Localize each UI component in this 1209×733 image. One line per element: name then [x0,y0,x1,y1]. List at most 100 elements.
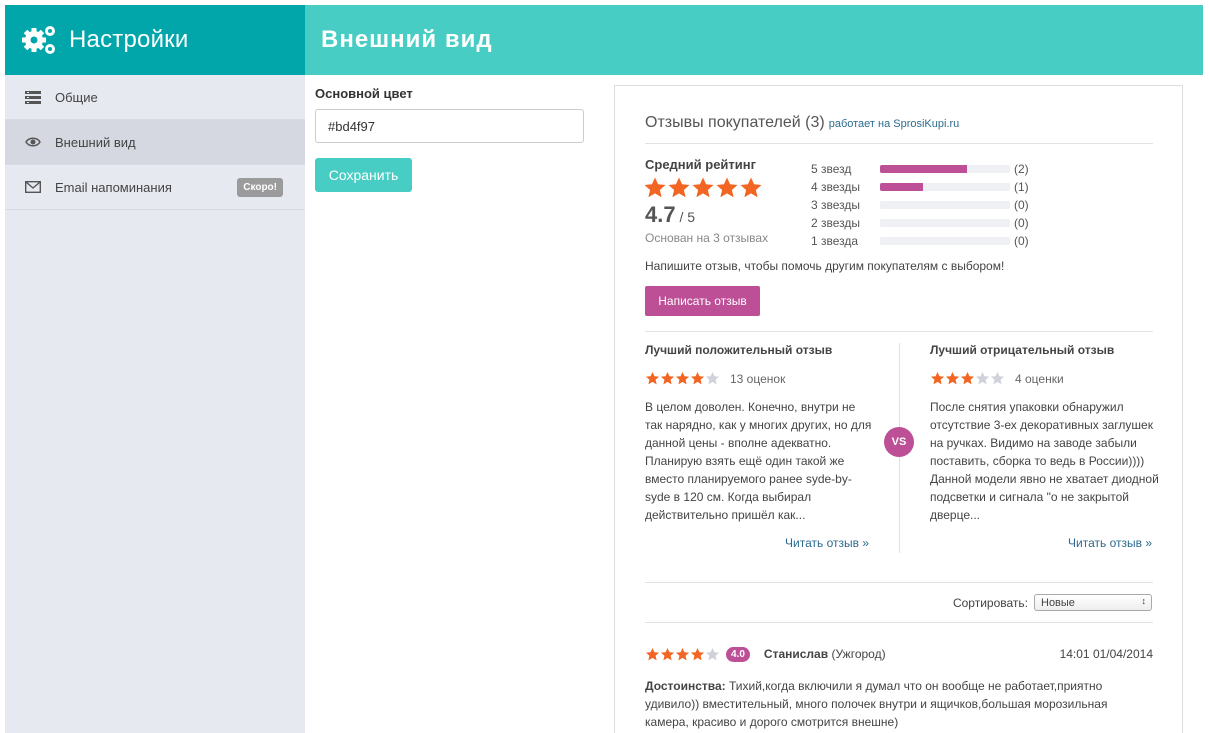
distribution-bar [880,165,1010,173]
based-on-text: Основан на 3 отзывах [645,231,769,245]
divider [645,331,1153,332]
star-rating [930,371,1005,386]
star-icon [675,647,690,660]
author-city: (Ужгород) [831,647,886,661]
distribution-row: 2 звезды (0) [811,214,1029,232]
distribution-count: (0) [1014,234,1029,248]
sort-selected-value: Новые [1041,596,1075,609]
star-icon [644,177,666,198]
read-review-link[interactable]: Читать отзыв » [930,536,1152,550]
best-negative-title: Лучший отрицательный отзыв [930,343,1115,357]
review-header: 4.0 Станислав (Ужгород) 14:01 01/04/2014 [645,645,1153,663]
review-excerpt: В целом доволен. Конечно, внутри не так … [645,400,872,522]
sidebar: Настройки Общие Внешний вид Email напоми… [5,5,305,733]
average-stars [643,176,763,200]
divider [645,582,1153,583]
ratings-count: 13 оценок [730,371,786,386]
vs-badge: VS [884,427,914,457]
sidebar-item-general[interactable]: Общие [5,75,305,120]
sidebar-item-label: Email напоминания [55,179,172,195]
star-icon [690,647,705,660]
distribution-count: (2) [1014,162,1029,176]
review-excerpt: После снятия упаковки обнаружил отсутств… [930,400,1159,522]
appearance-form: Основной цвет #bd4f97 Сохранить [315,86,585,192]
distribution-label: 1 звезда [811,234,859,248]
average-score-max: / 5 [675,209,696,225]
star-icon [645,647,660,660]
star-icon [990,371,1005,385]
star-rating [645,647,720,662]
star-icon [668,177,690,198]
rating-distribution: 5 звезд (2) 4 звезды (1) 3 звезды (0) 2 зве… [811,160,1029,250]
distribution-bar [880,237,1010,245]
best-positive-rating: 13 оценок [645,371,875,386]
distribution-row: 3 звезды (0) [811,196,1029,214]
sort-label: Сортировать: [952,595,1028,610]
divider [645,143,1153,144]
distribution-row: 5 звезд (2) [811,160,1029,178]
review-author: Станислав (Ужгород) [764,647,886,661]
sidebar-item-label: Внешний вид [55,134,136,150]
reviews-widget-preview: Отзывы покупателей (3) работает на Sprosi… [614,85,1183,733]
main-color-label: Основной цвет [315,86,413,101]
pros-label: Достоинства: [645,679,726,693]
review-pros: Достоинства: Тихий,когда включили я дума… [645,677,1153,731]
distribution-bar [880,219,1010,227]
ratings-count: 4 оценки [1015,371,1064,386]
widget-title-row: Отзывы покупателей (3) работает на Sprosi… [645,114,1153,132]
star-icon [660,371,675,385]
powered-by-link[interactable]: работает на SprosiKupi.ru [829,118,960,130]
distribution-label: 3 звезды [811,198,861,212]
rating-badge: 4.0 [726,646,750,662]
distribution-fill [880,183,923,191]
widget-title: Отзывы покупателей (3) [645,114,825,131]
star-icon [716,177,738,198]
star-icon [705,371,720,385]
star-icon [945,371,960,385]
sidebar-item-appearance[interactable]: Внешний вид [5,120,305,165]
distribution-count: (0) [1014,216,1029,230]
star-rating [645,371,720,386]
best-negative-review: Лучший отрицательный отзыв 4 оценки Посл… [930,343,1160,550]
best-positive-title: Лучший положительный отзыв [645,343,833,357]
average-score-value: 4.7 [645,202,676,227]
star-icon [660,647,675,660]
best-positive-review: Лучший положительный отзыв 13 оценок В ц… [645,343,875,550]
page-title: Внешний вид [321,26,493,53]
sort-control: Сортировать: Новые ↕ [953,594,1152,611]
distribution-bar [880,183,1010,191]
main-color-input[interactable]: #bd4f97 [315,109,584,143]
author-name: Станислав [763,647,829,661]
distribution-fill [880,165,968,173]
read-review-link[interactable]: Читать отзыв » [645,536,869,550]
save-button[interactable]: Сохранить [315,158,412,192]
review-date: 14:01 01/04/2014 [1059,647,1153,661]
star-icon [705,647,720,660]
app-title: Настройки [69,26,189,53]
distribution-bar [880,201,1010,209]
distribution-count: (0) [1014,198,1029,212]
distribution-row: 4 звезды (1) [811,178,1029,196]
review-item: 4.0 Станислав (Ужгород) 14:01 01/04/2014… [645,645,1153,731]
distribution-label: 2 звезды [811,216,861,230]
average-score: 4.7 / 5 [645,202,695,228]
write-review-button[interactable]: Написать отзыв [645,286,760,316]
star-icon [690,371,705,385]
page-header: Внешний вид [305,5,1203,75]
eye-icon [25,134,41,150]
list-icon [25,89,41,105]
star-icon [975,371,990,385]
distribution-label: 4 звезды [811,180,861,194]
star-icon [960,371,975,385]
mail-icon [25,179,41,195]
star-icon [930,371,945,385]
sort-select[interactable]: Новые ↕ [1034,594,1152,611]
distribution-label: 5 звезд [811,162,852,176]
star-icon [740,177,762,198]
star-icon [692,177,714,198]
star-icon [675,371,690,385]
sidebar-item-email-reminders[interactable]: Email напоминания Скоро! [5,165,305,210]
write-review-prompt: Напишите отзыв, чтобы помочь другим поку… [645,259,1005,273]
divider [645,622,1153,623]
gears-icon [19,20,59,60]
